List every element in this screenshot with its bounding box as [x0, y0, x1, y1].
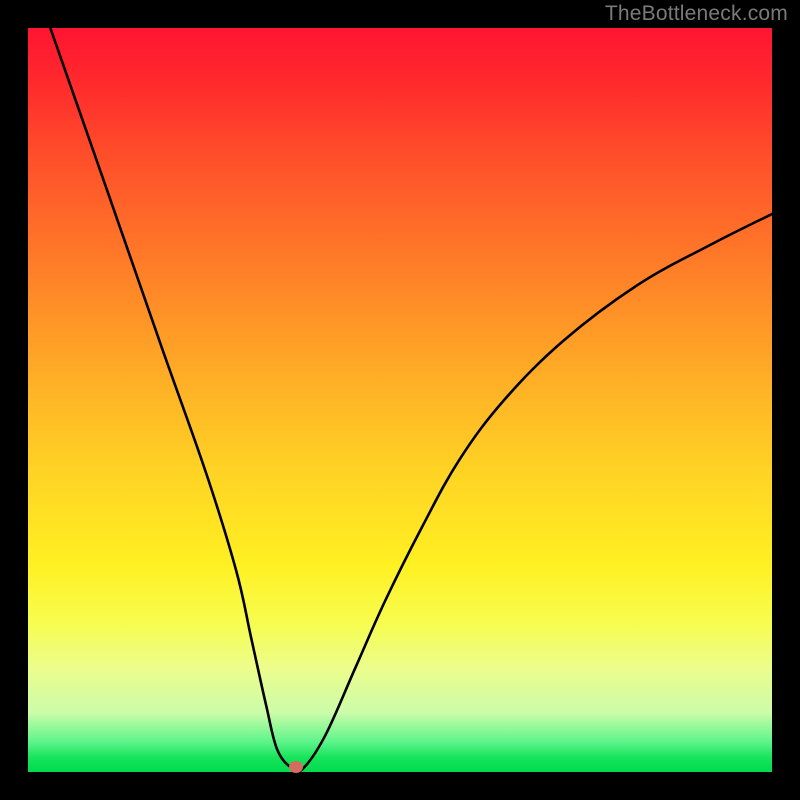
optimal-point-marker	[289, 761, 303, 773]
bottleneck-curve	[50, 28, 772, 772]
watermark-text: TheBottleneck.com	[605, 2, 788, 26]
chart-frame: TheBottleneck.com	[0, 0, 800, 800]
curve-svg	[28, 28, 772, 772]
plot-area	[28, 28, 772, 772]
